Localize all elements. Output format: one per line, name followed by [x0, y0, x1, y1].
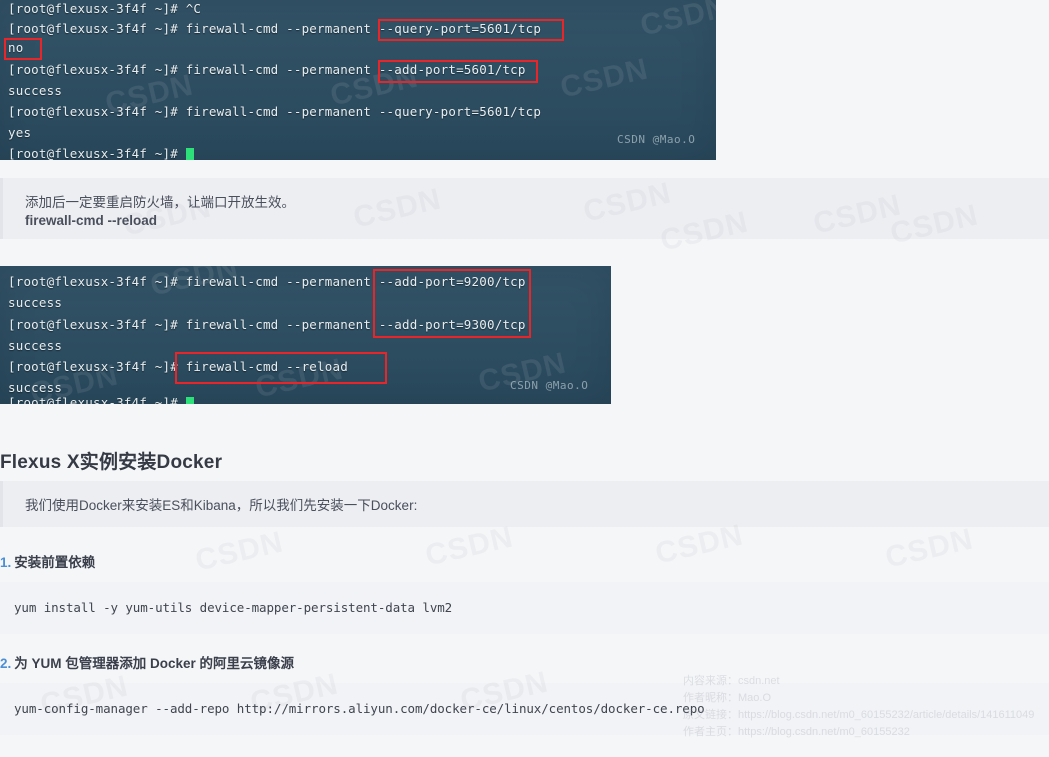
terminal-line: success — [8, 83, 63, 98]
article-page: CSDN CSDN CSDN CSDN [root@flexusx-3f4f ~… — [0, 0, 1049, 757]
note-line-primary: 我们使用Docker来安装ES和Kibana，所以我们先安装一下Docker: — [25, 498, 418, 513]
csdn-watermark: CSDN — [557, 52, 652, 105]
note-line-command: firewall-cmd --reload — [25, 213, 158, 228]
step-label: 为 YUM 包管理器添加 Docker 的阿里云镜像源 — [14, 656, 295, 671]
terminal-line: success — [8, 338, 63, 353]
terminal-line: [root@flexusx-3f4f ~]# firewall-cmd --pe… — [8, 317, 526, 332]
csdn-watermark: CSDN — [422, 520, 517, 573]
terminal-cursor — [185, 148, 194, 160]
terminal-screenshot-1: CSDN CSDN CSDN CSDN [root@flexusx-3f4f ~… — [0, 0, 716, 160]
csdn-watermark: CSDN — [192, 525, 287, 578]
csdn-watermark: CSDN — [350, 182, 445, 235]
terminal-line: [root@flexusx-3f4f ~]# ^C — [8, 1, 202, 16]
terminal-line: [root@flexusx-3f4f ~]# firewall-cmd --pe… — [8, 104, 542, 119]
step-title-1: 1. 安装前置依赖 — [0, 551, 95, 571]
note-box-docker-intro: 我们使用Docker来安装ES和Kibana，所以我们先安装一下Docker: — [0, 481, 1049, 527]
terminal-screenshot-2: CSDN CSDN CSDN CSDN [root@flexusx-3f4f ~… — [0, 266, 611, 404]
terminal-line: yes — [8, 125, 32, 140]
csdn-watermark: CSDN — [580, 176, 675, 229]
csdn-watermark: CSDN — [882, 522, 977, 575]
step-label: 安装前置依赖 — [14, 555, 96, 570]
code-block-2[interactable]: CSDN CSDN CSDN yum-config-manager --add-… — [0, 665, 1049, 735]
code-block-1[interactable]: yum install -y yum-utils device-mapper-p… — [0, 582, 1049, 634]
step-title-2: 2. 为 YUM 包管理器添加 Docker 的阿里云镜像源 — [0, 652, 294, 672]
step-number: 2. — [0, 656, 12, 671]
code-line: yum-config-manager --add-repo http://mir… — [14, 701, 705, 716]
terminal-author-watermark: CSDN @Mao.O — [510, 379, 589, 392]
terminal-line: [root@flexusx-3f4f ~]# firewall-cmd --pe… — [8, 62, 526, 77]
page-section-heading: Flexus X实例安装Docker — [0, 452, 223, 473]
code-line: yum install -y yum-utils device-mapper-p… — [14, 600, 453, 615]
note-box-reload-firewall: CSDN CSDN CSDN CSDN 添加后一定要重启防火墙，让端口开放生效。… — [0, 176, 1049, 243]
terminal-line: no — [8, 40, 24, 55]
terminal-line: [root@flexusx-3f4f ~]# firewall-cmd --pe… — [8, 21, 542, 36]
terminal-prompt: [root@flexusx-3f4f ~]# — [8, 146, 186, 161]
note-line-primary: 添加后一定要重启防火墙，让端口开放生效。 — [25, 195, 295, 210]
terminal-author-watermark: CSDN @Mao.O — [617, 133, 696, 146]
terminal-line: success — [8, 380, 63, 395]
terminal-line: [root@flexusx-3f4f ~]# firewall-cmd --pe… — [8, 274, 526, 289]
csdn-watermark: CSDN — [637, 0, 716, 43]
terminal-line: [root@flexusx-3f4f ~]# — [8, 396, 194, 404]
terminal-line: [root@flexusx-3f4f ~]# firewall-cmd --re… — [8, 359, 348, 374]
terminal-line: success — [8, 295, 63, 310]
step-number: 1. — [0, 555, 12, 570]
background-band-1 — [0, 160, 1049, 178]
csdn-watermark: CSDN — [810, 188, 905, 241]
terminal-prompt: [root@flexusx-3f4f ~]# — [8, 395, 186, 405]
terminal-line: [root@flexusx-3f4f ~]# — [8, 147, 194, 160]
terminal-cursor — [185, 397, 194, 404]
